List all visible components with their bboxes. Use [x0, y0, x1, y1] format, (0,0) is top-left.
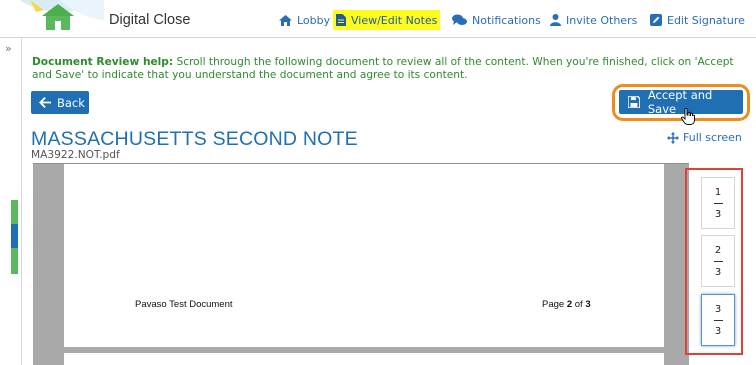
expand-chevron-icon[interactable]: »	[5, 42, 12, 55]
page-current: 2	[566, 299, 573, 310]
document-icon	[336, 14, 346, 26]
nav-edit-signature-label: Edit Signature	[667, 13, 745, 27]
hand-cursor-icon	[681, 108, 695, 125]
nav-edit-signature[interactable]: Edit Signature	[647, 10, 748, 30]
nav-notifications-label: Notifications	[472, 13, 541, 27]
nav-notifications[interactable]: Notifications	[449, 10, 544, 30]
nav-invite-others[interactable]: Invite Others	[547, 10, 640, 30]
page-footer-page-number: Page 2 of 3	[542, 299, 591, 310]
full-screen-label: Full screen	[683, 131, 742, 144]
thumbnail-highlight-box	[685, 168, 743, 355]
document-filename: MA3922.NOT.pdf	[31, 149, 120, 161]
page-total: 3	[585, 299, 591, 310]
next-document-page	[64, 353, 664, 365]
page-footer-document-name: Pavaso Test Document	[135, 299, 233, 310]
document-review-help: Document Review help: Scroll through the…	[32, 56, 744, 82]
nav-invite-others-label: Invite Others	[566, 13, 638, 27]
move-arrows-icon	[667, 131, 679, 144]
page-label: Page	[542, 299, 565, 310]
save-icon	[628, 96, 640, 108]
rail-status-green	[11, 200, 18, 224]
nav-view-edit-notes[interactable]: View/Edit Notes	[333, 10, 441, 30]
document-page: Pavaso Test Document Page 2 of 3	[64, 164, 664, 347]
home-icon	[279, 14, 292, 26]
nav-view-edit-notes-label: View/Edit Notes	[351, 13, 438, 27]
full-screen-link[interactable]: Full screen	[667, 131, 742, 144]
edit-icon	[650, 14, 662, 26]
chat-icon	[452, 14, 467, 25]
back-button[interactable]: Back	[31, 91, 89, 114]
accept-save-label: Accept and Save	[647, 88, 713, 116]
help-title: Document Review help:	[32, 56, 174, 68]
arrow-left-icon	[39, 97, 51, 108]
user-icon	[550, 14, 561, 26]
logo	[0, 0, 104, 38]
nav-lobby[interactable]: Lobby	[276, 10, 333, 30]
back-button-label: Back	[57, 95, 85, 110]
document-viewer[interactable]: Pavaso Test Document Page 2 of 3	[33, 163, 689, 365]
rail-status-green-2	[11, 248, 18, 274]
left-rail: »	[0, 38, 22, 365]
brand-name: Digital Close	[109, 12, 191, 28]
rail-status-blue	[11, 224, 18, 248]
top-nav-bar: Digital Close Lobby View/Edit Notes Noti…	[0, 0, 756, 38]
page-of: of	[574, 299, 583, 310]
nav-lobby-label: Lobby	[297, 13, 331, 27]
document-title: MASSACHUSETTS SECOND NOTE	[31, 128, 358, 150]
